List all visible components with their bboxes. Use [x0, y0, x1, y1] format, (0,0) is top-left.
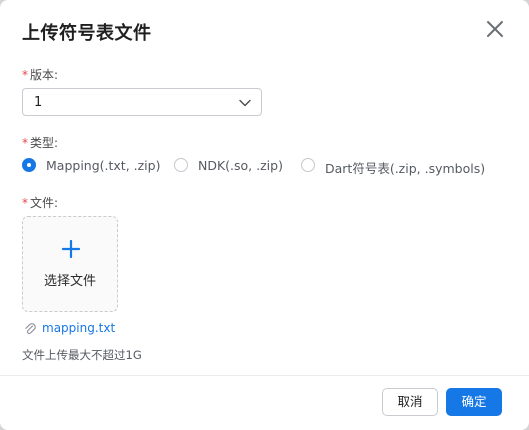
select-file-button[interactable]: 选择文件: [22, 216, 118, 312]
type-radio-group: Mapping(.txt, .zip) NDK(.so, .zip) Dart符…: [22, 157, 522, 176]
radio-dart-label: Dart符号表(.zip, .symbols): [325, 161, 486, 176]
select-file-label: 选择文件: [43, 274, 96, 289]
version-label: * 版本:: [22, 66, 58, 83]
required-mark: *: [22, 68, 28, 82]
chevron-down-icon: [239, 99, 251, 107]
version-label-text: 版本:: [30, 68, 59, 82]
version-select[interactable]: 1: [22, 88, 262, 116]
dialog-title: 上传符号表文件: [22, 23, 152, 44]
upload-symbol-dialog: 上传符号表文件 * 版本: 1 * 类型: Mapping(.txt, .zip) …: [0, 0, 529, 430]
version-select-value: 1: [34, 95, 43, 110]
file-label-text: 文件:: [30, 196, 59, 210]
radio-unchecked-icon: [174, 158, 188, 172]
radio-checked-icon: [22, 158, 36, 172]
paperclip-icon: [25, 323, 36, 335]
radio-unchecked-icon: [301, 158, 315, 172]
required-mark: *: [22, 136, 28, 150]
close-icon[interactable]: [483, 17, 507, 41]
uploaded-file-link[interactable]: mapping.txt: [42, 321, 115, 335]
type-label: * 类型:: [22, 134, 58, 151]
uploaded-file-item: mapping.txt: [22, 321, 222, 337]
radio-mapping-label: Mapping(.txt, .zip): [46, 158, 161, 173]
type-label-text: 类型:: [30, 136, 59, 150]
cancel-button[interactable]: 取消: [382, 388, 438, 416]
required-mark: *: [22, 196, 28, 210]
plus-icon: [61, 239, 81, 259]
confirm-button[interactable]: 确定: [446, 388, 502, 416]
footer-divider: [0, 375, 529, 376]
radio-ndk-label: NDK(.so, .zip): [198, 158, 283, 173]
file-size-hint: 文件上传最大不超过1G: [22, 348, 142, 362]
file-label: * 文件:: [22, 194, 58, 211]
